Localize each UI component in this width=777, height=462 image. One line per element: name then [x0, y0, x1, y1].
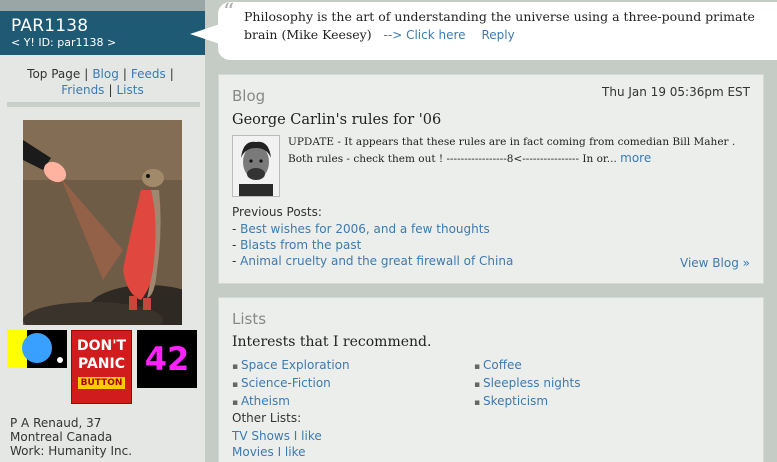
list-item: TV Shows I like — [232, 428, 322, 444]
list-item: Atheism — [232, 393, 350, 411]
post-excerpt-text: UPDATE - It appears that these rules are… — [288, 136, 736, 165]
previous-post-item: - Blasts from the past — [232, 238, 362, 252]
previous-post-link[interactable]: Blasts from the past — [240, 238, 361, 252]
nav-feeds[interactable]: Feeds — [131, 67, 166, 81]
badges-row: DON'T PANIC BUTTON 42 — [7, 330, 202, 406]
left-sidebar: PAR1138 < Y! ID: par1138 > Top Page | Blog… — [0, 0, 205, 462]
nav-top-page: Top Page — [27, 67, 81, 81]
quote-mark-icon: “ — [223, 0, 235, 25]
dont-panic-line1: DON'T — [76, 338, 127, 354]
lists-heading: Lists — [232, 310, 267, 328]
quote-reply-link[interactable]: Reply — [481, 28, 514, 42]
interest-link[interactable]: Sleepless nights — [483, 376, 581, 390]
list-item: Movies I like — [232, 444, 322, 460]
previous-post-item: - Best wishes for 2006, and a few though… — [232, 222, 490, 236]
quote-bubble: “ Philosophy is the art of understanding… — [218, 2, 777, 60]
profile-photo — [23, 120, 182, 325]
list-item: Sleepless nights — [474, 375, 581, 393]
quote-click-link[interactable]: --> Click here — [384, 28, 466, 42]
nav-blog[interactable]: Blog — [92, 67, 119, 81]
previous-post-link[interactable]: Animal cruelty and the great firewall of… — [240, 254, 513, 268]
previous-post-item: - Animal cruelty and the great firewall … — [232, 254, 514, 268]
profile-info-line: Work: Humanity Inc. — [10, 444, 133, 458]
profile-nav: Top Page | Blog | Feeds | Friends | Lists — [0, 66, 205, 98]
previous-posts-list: - Best wishes for 2006, and a few though… — [232, 221, 513, 269]
previous-post-link[interactable]: Best wishes for 2006, and a few thoughts — [240, 222, 490, 236]
dont-panic-line3: BUTTON — [78, 377, 125, 389]
post-thumbnail — [232, 135, 280, 197]
interests-column-2: Coffee Sleepless nights Skepticism — [474, 357, 581, 411]
other-list-link[interactable]: Movies I like — [232, 445, 306, 459]
interests-column-1: Space Exploration Science-Fiction Atheis… — [232, 357, 350, 411]
lists-subheading: Interests that I recommend. — [232, 334, 432, 350]
list-item: Skepticism — [474, 393, 580, 411]
nav-separator: | — [122, 67, 127, 81]
profile-info: P A Renaud, 37 Montreal Canada Work: Hum… — [10, 416, 132, 458]
post-more-link[interactable]: more — [620, 151, 651, 165]
divider — [7, 102, 200, 107]
interest-link[interactable]: Space Exploration — [241, 358, 350, 372]
blog-date: Thu Jan 19 05:36pm EST — [602, 85, 750, 99]
profile-info-line: Montreal Canada — [10, 430, 113, 444]
nav-separator: | — [84, 67, 89, 81]
blog-panel: Blog Thu Jan 19 05:36pm EST George Carli… — [218, 74, 764, 284]
list-item: Coffee — [474, 357, 580, 375]
circle-badge-icon — [7, 330, 67, 368]
interest-link[interactable]: Skepticism — [483, 394, 548, 408]
interest-link[interactable]: Science-Fiction — [241, 376, 331, 390]
previous-posts-heading: Previous Posts: — [232, 205, 322, 219]
meerkat-image — [23, 120, 182, 325]
nav-friends[interactable]: Friends — [61, 83, 104, 97]
other-lists-heading: Other Lists: — [232, 411, 302, 425]
blog-heading: Blog — [232, 87, 266, 105]
quote-pointer — [190, 24, 220, 44]
list-item: Science-Fiction — [232, 375, 350, 393]
view-blog-link[interactable]: View Blog » — [680, 256, 750, 270]
yahoo-id: < Y! ID: par1138 > — [11, 36, 117, 49]
list-item: Space Exploration — [232, 357, 350, 375]
portrait-image — [233, 136, 279, 196]
post-excerpt: UPDATE - It appears that these rules are… — [288, 134, 753, 167]
nav-lists[interactable]: Lists — [116, 83, 143, 97]
dont-panic-line2: PANIC — [77, 356, 125, 372]
profile-info-line: P A Renaud, 37 — [10, 416, 102, 430]
interest-link[interactable]: Atheism — [241, 394, 290, 408]
nav-separator: | — [108, 83, 113, 97]
top-strip — [0, 0, 205, 11]
profile-name: PAR1138 — [11, 16, 89, 36]
other-list-link[interactable]: TV Shows I like — [232, 429, 322, 443]
other-lists: TV Shows I like Movies I like — [232, 428, 322, 460]
interest-link[interactable]: Coffee — [483, 358, 522, 372]
post-title: George Carlin's rules for '06 — [232, 112, 442, 128]
answer-42-badge: 42 — [137, 330, 197, 388]
nav-separator: | — [169, 67, 174, 81]
lists-panel: Lists Interests that I recommend. Space … — [218, 297, 764, 462]
dont-panic-badge: DON'T PANIC BUTTON — [71, 330, 132, 404]
profile-header: PAR1138 < Y! ID: par1138 > — [0, 11, 205, 55]
